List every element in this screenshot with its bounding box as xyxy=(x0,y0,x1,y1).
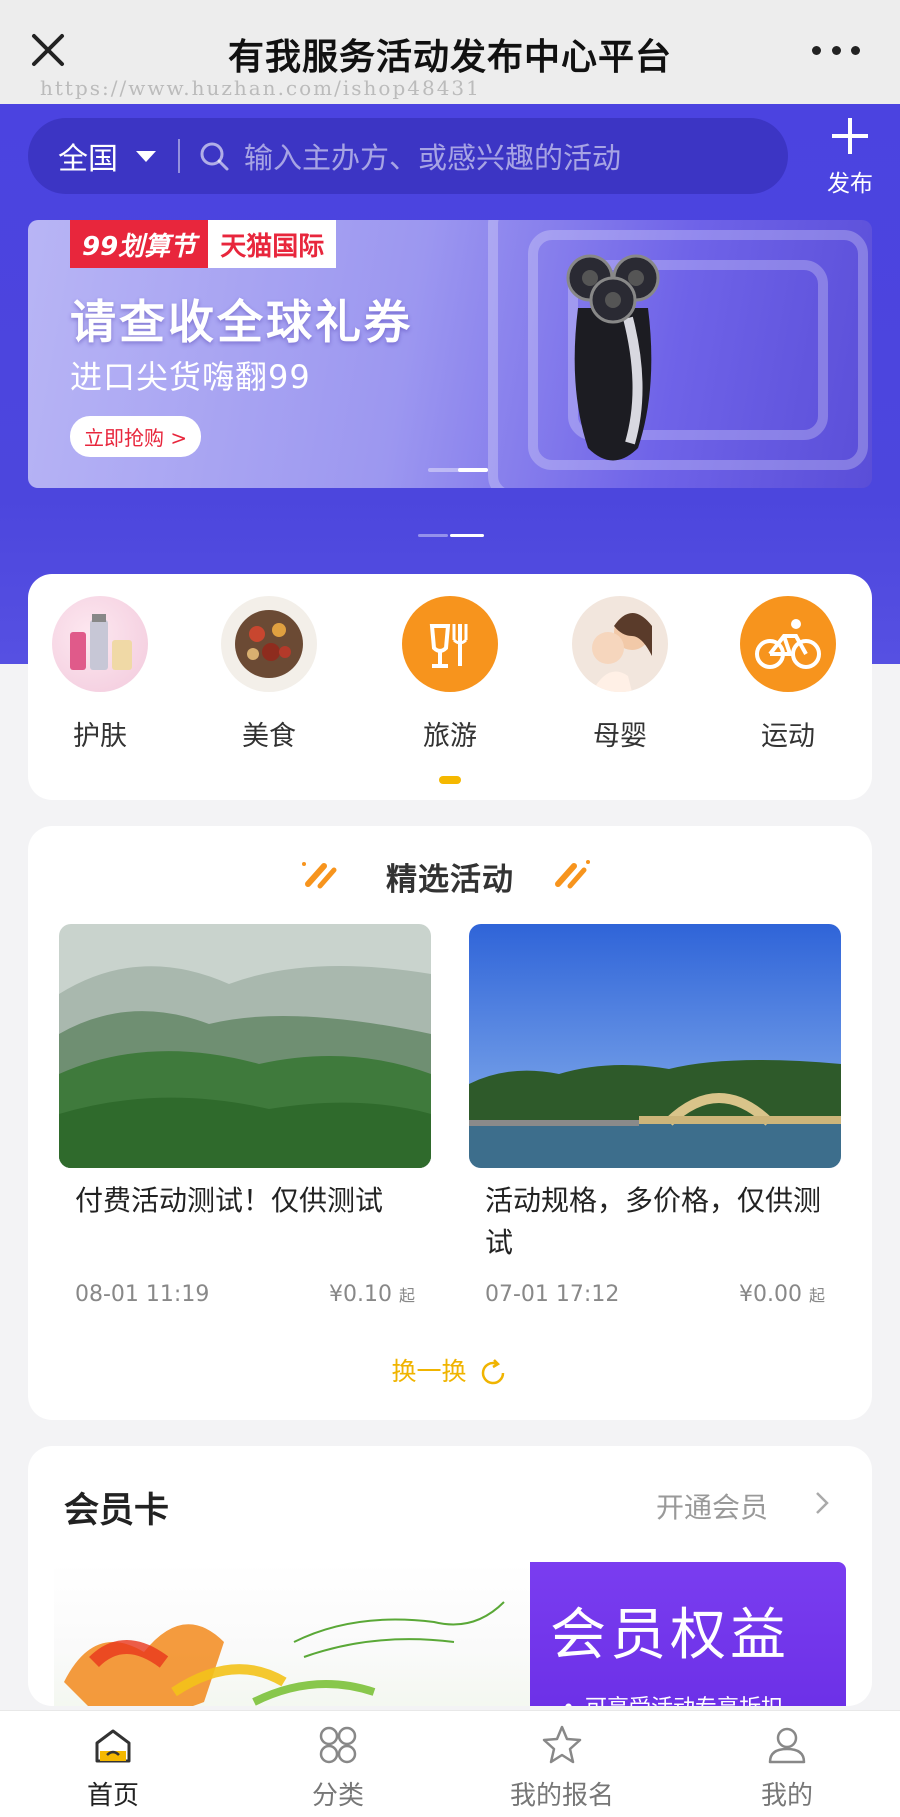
member-benefit-note: 可享受活动专享折扣 xyxy=(562,1690,783,1706)
festival-tag: 99划算节 xyxy=(70,220,209,268)
category-skincare[interactable]: 护肤 xyxy=(40,596,160,753)
activity-date: 08-01 11:19 xyxy=(75,1282,210,1307)
activity-card[interactable]: 活动规格，多价格，仅供测试 07-01 17:12 ¥0.00 起 xyxy=(469,924,841,1307)
plus-icon xyxy=(832,118,868,154)
category-label: 运动 xyxy=(761,721,815,752)
carousel-indicator xyxy=(418,534,484,537)
activity-card[interactable]: 付费活动测试！仅供测试 08-01 11:19 ¥0.10 起 xyxy=(59,924,431,1307)
banner-tags: 99划算节 天猫国际 xyxy=(70,220,337,268)
publish-button[interactable]: 发布 xyxy=(820,114,880,198)
decor-stripe-icon xyxy=(555,860,590,889)
swap-button[interactable]: 换一换 xyxy=(28,1352,872,1388)
tab-category[interactable]: 分类 xyxy=(258,1723,418,1812)
activity-price: ¥0.10 起 xyxy=(329,1282,415,1307)
category-page-indicator xyxy=(439,776,461,784)
tab-label: 我的 xyxy=(760,1781,813,1811)
tab-label: 分类 xyxy=(311,1781,364,1811)
search-icon xyxy=(200,142,229,171)
category-label: 护肤 xyxy=(73,721,127,752)
search-divider xyxy=(178,139,180,173)
member-banner-panel: 会员权益 可享受活动专享折扣 xyxy=(530,1562,846,1706)
category-label: 美食 xyxy=(242,721,296,752)
travel-icon xyxy=(402,596,498,692)
member-banner[interactable]: 会员权益 可享受活动专享折扣 xyxy=(54,1562,846,1706)
activity-image[interactable] xyxy=(469,924,841,1168)
bike-icon xyxy=(740,596,836,692)
search-input[interactable]: 输入主办方、或感兴趣的活动 xyxy=(244,135,621,177)
brand-tag: 天猫国际 xyxy=(208,220,337,268)
tab-home[interactable]: 首页 xyxy=(33,1723,193,1812)
user-icon xyxy=(768,1727,806,1764)
member-title: 会员卡 xyxy=(64,1491,170,1531)
banner-buy-button[interactable]: 立即抢购 > xyxy=(70,416,202,457)
featured-header: 精选活动 xyxy=(28,854,872,899)
grid-icon xyxy=(319,1726,357,1764)
category-mother-baby[interactable]: 母婴 xyxy=(560,596,680,753)
category-card: 护肤 美食 旅游 母婴 运动 xyxy=(28,574,872,800)
more-menu-icon[interactable] xyxy=(812,36,860,64)
category-label: 母婴 xyxy=(593,721,647,752)
chevron-right-icon[interactable] xyxy=(812,1490,832,1516)
refresh-icon xyxy=(482,1359,505,1385)
activity-meta: 08-01 11:19 ¥0.10 起 xyxy=(75,1280,415,1310)
activity-title[interactable]: 付费活动测试！仅供测试 xyxy=(59,1180,431,1270)
banner-subline: 进口尖货嗨翻99 xyxy=(70,358,311,396)
banner-headline: 请查收全球礼券 xyxy=(70,295,413,349)
activity-title[interactable]: 活动规格，多价格，仅供测试 xyxy=(469,1180,841,1270)
tab-label: 首页 xyxy=(86,1781,139,1811)
banner-dots xyxy=(428,468,488,472)
category-food[interactable]: 美食 xyxy=(209,596,329,753)
member-benefits-title: 会员权益 xyxy=(550,1603,790,1668)
featured-card: 精选活动 付费活动测试！仅供测试 08-01 11:19 ¥0.10 起 活动规… xyxy=(28,826,872,1420)
tab-label: 我的报名 xyxy=(509,1781,614,1811)
star-icon xyxy=(542,1725,582,1764)
activity-image[interactable] xyxy=(59,924,431,1168)
member-card: 会员卡 开通会员 会员权益 可享受活动专享折扣 xyxy=(28,1446,872,1706)
category-sport[interactable]: 运动 xyxy=(728,596,848,753)
open-member-link[interactable]: 开通会员 xyxy=(656,1486,768,1526)
watermark: https://www.huzhan.com/ishop48431 xyxy=(40,76,481,100)
tab-profile[interactable]: 我的 xyxy=(707,1723,867,1812)
search-bar[interactable]: 全国 输入主办方、或感兴趣的活动 xyxy=(28,118,788,194)
window-title: 有我服务活动发布中心平台 xyxy=(227,37,672,78)
home-icon xyxy=(95,1729,131,1763)
featured-title: 精选活动 xyxy=(386,862,514,898)
activity-meta: 07-01 17:12 ¥0.00 起 xyxy=(485,1280,825,1310)
activity-date: 07-01 17:12 xyxy=(485,1282,620,1307)
tab-my-signups[interactable]: 我的报名 xyxy=(482,1723,642,1812)
category-label: 旅游 xyxy=(423,721,477,752)
promo-banner[interactable]: 99划算节 天猫国际 请查收全球礼券 进口尖货嗨翻99 立即抢购 > xyxy=(28,220,872,488)
member-banner-art xyxy=(54,1562,530,1706)
bottom-tab-bar: 首页 分类 我的报名 我的 xyxy=(0,1710,900,1817)
category-travel[interactable]: 旅游 xyxy=(390,596,510,753)
activity-price: ¥0.00 起 xyxy=(739,1282,825,1307)
title-bar: 有我服务活动发布中心平台 https://www.huzhan.com/isho… xyxy=(0,0,900,104)
mother-baby-icon xyxy=(572,596,668,692)
region-selector[interactable]: 全国 xyxy=(58,134,118,178)
skincare-icon xyxy=(52,596,148,692)
food-icon xyxy=(221,596,317,692)
shaver-image xyxy=(566,254,660,461)
swap-label: 换一换 xyxy=(391,1357,467,1386)
publish-label: 发布 xyxy=(827,171,873,197)
caret-down-icon[interactable] xyxy=(136,150,156,162)
